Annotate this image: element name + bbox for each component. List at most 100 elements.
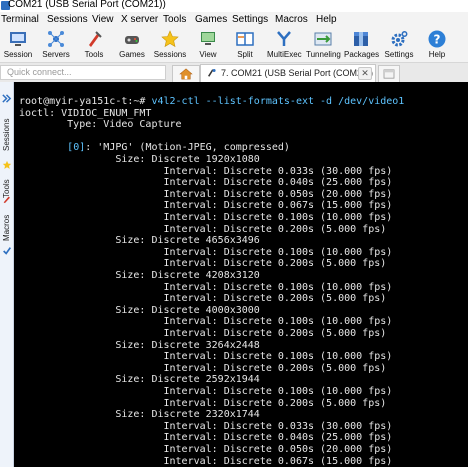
terminal-output[interactable]: root@myir-ya151c-t:~# v4l2-ctl --list-fo… — [14, 82, 468, 467]
servers-button[interactable]: Servers — [42, 27, 70, 63]
terminal-line: Interval: Discrete 0.067s (15.000 fps) — [19, 455, 393, 467]
settings-label: Settings — [384, 50, 414, 59]
menu-games[interactable]: Games — [195, 13, 227, 26]
tools-label: Tools — [84, 50, 104, 59]
packages-icon — [354, 32, 368, 46]
terminal-line: Size: Discrete 4000x3000 — [19, 304, 260, 316]
gear-icon — [391, 31, 408, 47]
tunneling-icon — [314, 32, 332, 46]
terminal-line: Interval: Discrete 0.100s (10.000 fps) — [19, 246, 393, 258]
terminal-line: Interval: Discrete 0.040s (25.000 fps) — [19, 432, 393, 444]
terminal-line: Size: Discrete 2592x1944 — [19, 374, 260, 386]
games-label: Games — [119, 50, 145, 59]
sessions-button[interactable]: Sessions — [154, 27, 186, 63]
serial-port-icon — [208, 69, 216, 77]
servers-label: Servers — [42, 50, 70, 59]
menu-tools[interactable]: Tools — [163, 13, 186, 26]
menu-x-server[interactable]: X server — [121, 13, 158, 26]
window-title: COM21 (USB Serial Port (COM21)) — [8, 0, 166, 10]
view-icon — [201, 32, 215, 45]
terminal-line: Interval: Discrete 0.200s (5.000 fps) — [19, 328, 387, 339]
terminal-line: Interval: Discrete 0.100s (10.000 fps) — [19, 386, 393, 397]
terminal-line: Interval: Discrete 0.033s (30.000 fps) — [19, 165, 393, 177]
shell-command: v4l2-ctl --list-formats-ext -d /dev/vide… — [145, 96, 405, 107]
multiexec-button[interactable]: MultiExec — [267, 27, 302, 63]
tools-button[interactable]: Tools — [83, 27, 105, 63]
terminal-line: Interval: Discrete 0.033s (30.000 fps) — [19, 420, 393, 432]
terminal-line: Interval: Discrete 0.200s (5.000 fps) — [19, 223, 387, 235]
new-tab-button[interactable] — [378, 65, 400, 82]
close-tab-button[interactable]: ✕ — [358, 67, 372, 80]
tab-label: 7. COM21 (USB Serial Port (COM21)) — [221, 68, 374, 78]
tools-icon — [89, 31, 102, 47]
toolbar: Session Servers Tools Games Sessions Vie… — [0, 27, 468, 63]
tab-row: Quick connect... 7. COM21 (USB Serial Po… — [0, 63, 468, 82]
terminal-line: Interval: Discrete 0.067s (15.000 fps) — [19, 200, 393, 212]
view-button[interactable]: View — [197, 27, 219, 63]
terminal-line: Size: Discrete 2320x1744 — [19, 409, 260, 421]
split-icon — [236, 32, 254, 46]
games-button[interactable]: Games — [119, 27, 145, 63]
menu-sessions[interactable]: Sessions — [47, 13, 88, 26]
terminal-line: Interval: Discrete 0.200s (5.000 fps) — [19, 258, 387, 270]
games-icon — [125, 36, 139, 44]
title-bar: COM21 (USB Serial Port (COM21)) — [0, 0, 468, 12]
multiexec-icon — [277, 31, 291, 46]
macro-check-icon — [3, 247, 12, 255]
svg-text:?: ? — [434, 33, 441, 47]
split-label: Split — [237, 50, 253, 59]
tunneling-button[interactable]: Tunneling — [306, 27, 341, 63]
sessions-label: Sessions — [153, 50, 187, 59]
sidebar-tab-sessions[interactable]: Sessions — [0, 112, 14, 158]
terminal-line: ioctl: VIDIOC_ENUM_FMT — [19, 107, 152, 119]
settings-button[interactable]: Settings — [385, 27, 413, 63]
prompt-line: root@myir-ya151c-t:~# v4l2-ctl --list-fo… — [19, 96, 404, 108]
format-index: [0] — [67, 142, 86, 154]
shell-prompt: root@myir-ya151c-t:~# — [19, 96, 146, 107]
servers-icon — [48, 31, 64, 47]
terminal-line: Interval: Discrete 0.100s (10.000 fps) — [19, 351, 393, 363]
split-button[interactable]: Split — [234, 27, 256, 63]
terminal-line: [0]: 'MJPG' (Motion-JPEG, compressed) — [67, 142, 290, 154]
menu-view[interactable]: View — [92, 13, 114, 26]
menu-bar: Terminal Sessions View X server Tools Ga… — [0, 12, 468, 27]
home-tab[interactable] — [172, 65, 200, 82]
session-button[interactable]: Session — [4, 27, 32, 63]
session-label: Session — [3, 50, 33, 59]
side-panel: Sessions Tools Macros — [0, 82, 14, 467]
menu-macros[interactable]: Macros — [275, 13, 308, 26]
home-icon — [179, 68, 193, 80]
terminal-line: Size: Discrete 1920x1080 — [19, 154, 260, 165]
terminal-line: Type: Video Capture — [19, 119, 182, 131]
packages-button[interactable]: Packages — [344, 27, 379, 63]
terminal-line: Size: Discrete 4208x3120 — [19, 270, 260, 281]
sidebar-tab-macros[interactable]: Macros — [0, 210, 14, 246]
view-label: View — [199, 50, 217, 59]
terminal-line: Interval: Discrete 0.100s (10.000 fps) — [19, 316, 393, 328]
tools-icon — [3, 196, 10, 204]
multiexec-label: MultiExec — [267, 50, 302, 59]
help-label: Help — [428, 50, 446, 59]
new-tab-icon — [383, 69, 395, 79]
terminal-line: Interval: Discrete 0.200s (5.000 fps) — [19, 293, 387, 305]
expand-panel-icon[interactable] — [1, 93, 12, 104]
star-icon — [161, 30, 179, 48]
help-button[interactable]: ? Help — [426, 27, 448, 63]
quick-connect-input[interactable]: Quick connect... — [0, 65, 166, 80]
terminal-line: Interval: Discrete 0.040s (25.000 fps) — [19, 177, 393, 189]
tab-com21[interactable]: 7. COM21 (USB Serial Port (COM21)) ✕ — [200, 64, 376, 82]
star-icon — [2, 160, 12, 169]
menu-terminal[interactable]: Terminal — [1, 13, 39, 26]
terminal-line: Interval: Discrete 0.100s (10.000 fps) — [19, 281, 393, 293]
terminal-line: Interval: Discrete 0.050s (20.000 fps) — [19, 188, 393, 200]
terminal-line: Interval: Discrete 0.200s (5.000 fps) — [19, 397, 387, 409]
menu-help[interactable]: Help — [316, 13, 337, 26]
terminal-line: Size: Discrete 4656x3496 — [19, 235, 260, 247]
packages-label: Packages — [344, 50, 380, 59]
terminal-line: Interval: Discrete 0.200s (5.000 fps) — [19, 362, 387, 374]
help-icon: ? — [428, 30, 446, 48]
terminal-line: Interval: Discrete 0.050s (20.000 fps) — [19, 444, 393, 455]
menu-settings[interactable]: Settings — [232, 13, 268, 26]
session-icon — [10, 32, 26, 46]
terminal-line: Size: Discrete 3264x2448 — [19, 339, 260, 351]
